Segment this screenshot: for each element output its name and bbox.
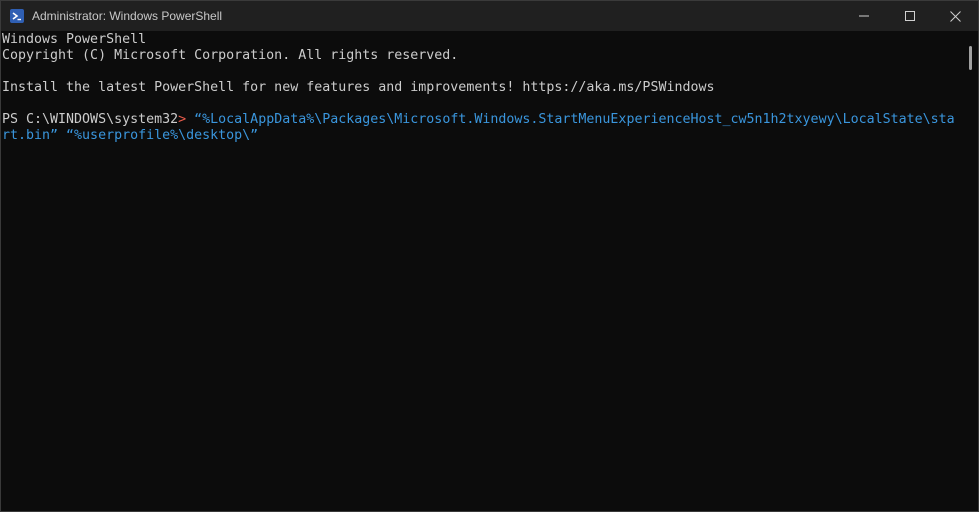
console-line-install-notice: Install the latest PowerShell for new fe… [2,80,715,95]
console-output[interactable]: Windows PowerShell Copyright (C) Microso… [1,32,963,511]
window-title: Administrator: Windows PowerShell [32,9,223,23]
prompt-symbol: > [178,112,187,127]
maximize-button[interactable] [887,1,933,31]
scrollbar[interactable] [964,32,978,511]
title-bar[interactable]: Administrator: Windows PowerShell [1,1,978,31]
console-line-header: Windows PowerShell [2,32,147,47]
maximize-icon [905,11,915,21]
minimize-button[interactable] [841,1,887,31]
prompt-path: PS C:\WINDOWS\system32 [2,112,179,127]
close-button[interactable] [932,1,978,31]
close-icon [949,10,961,22]
powershell-icon [10,9,24,23]
powershell-window: Administrator: Windows PowerShell Window… [0,0,979,512]
scrollbar-thumb[interactable] [969,46,972,70]
console-line-copyright: Copyright (C) Microsoft Corporation. All… [2,48,459,63]
minimize-icon [859,15,869,17]
command-line[interactable]: PS C:\WINDOWS\system32> “%LocalAppData%\… [2,112,962,144]
